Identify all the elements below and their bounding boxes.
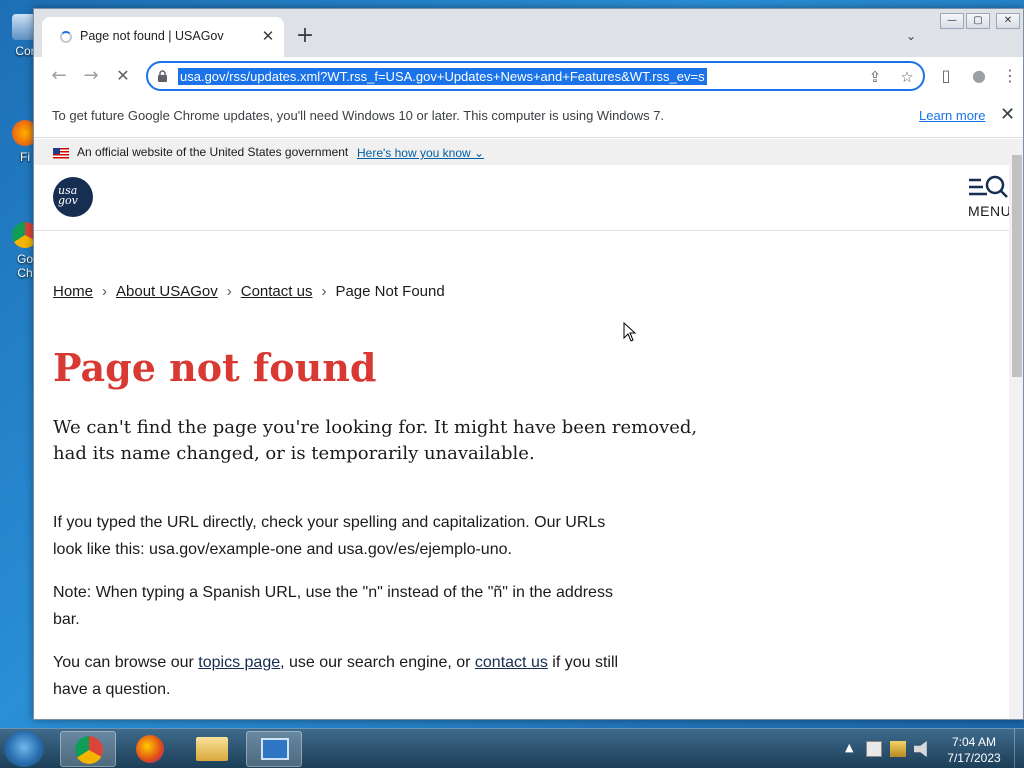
taskbar-explorer[interactable]	[184, 731, 240, 767]
tab-close-button[interactable]: ✕	[258, 26, 278, 46]
lead-paragraph: We can't find the page you're looking fo…	[53, 417, 698, 464]
logo-text: usa gov	[58, 184, 78, 207]
breadcrumb-current: Page Not Found	[335, 283, 445, 300]
breadcrumb-separator: ›	[321, 283, 327, 300]
loading-spinner-icon	[60, 31, 72, 43]
chrome-menu-icon[interactable]: ⋮	[998, 64, 1022, 88]
share-icon[interactable]: ⇪	[866, 68, 884, 86]
tab-search-button[interactable]: ⌄	[906, 29, 916, 43]
page-scrollbar[interactable]	[1009, 139, 1023, 719]
clock-time: 7:04 AM	[951, 735, 997, 749]
system-clock[interactable]: 7:04 AM 7/17/2023	[938, 734, 1010, 766]
forward-button[interactable]: →	[78, 63, 104, 89]
desktop-icon-label: Fi	[20, 150, 30, 164]
us-flag-icon	[53, 148, 69, 159]
scrollbar-thumb[interactable]	[1012, 155, 1022, 377]
back-button[interactable]: ←	[46, 63, 72, 89]
spanish-url-note: Note: When typing a Spanish URL, use the…	[53, 584, 613, 628]
tab-title: Page not found | USAGov	[80, 29, 224, 43]
side-panel-icon[interactable]: ▯	[934, 64, 958, 88]
clock-date: 7/17/2023	[947, 751, 1001, 765]
desktop-icon-label: Go Ch	[16, 252, 33, 280]
infobar-message: To get future Google Chrome updates, you…	[52, 108, 665, 123]
desktop-icon-label: Cor	[15, 44, 35, 58]
gov-banner: An official website of the United States…	[34, 139, 1009, 165]
folder-icon	[196, 737, 228, 761]
heres-how-you-know-link[interactable]: Here's how you know ⌄	[357, 146, 484, 160]
address-bar[interactable]: usa.gov/rss/updates.xml?WT.rss_f=USA.gov…	[146, 61, 925, 91]
breadcrumb-separator: ›	[102, 283, 108, 300]
taskbar: ▲ 7:04 AM 7/17/2023	[0, 728, 1024, 768]
volume-muted-icon[interactable]	[914, 741, 927, 757]
usagov-logo[interactable]: usa gov	[53, 177, 93, 217]
learn-more-link[interactable]: Learn more	[919, 108, 985, 123]
tab-strip: Page not found | USAGov ✕ + ⌄ — ▢ ✕	[34, 9, 1023, 57]
action-center-icon[interactable]	[890, 741, 906, 757]
maximize-button[interactable]: ▢	[966, 13, 990, 29]
remote-desktop-icon	[261, 738, 289, 760]
site-header: usa gov MENU	[34, 165, 1009, 231]
mouse-cursor-icon	[623, 322, 637, 342]
network-icon[interactable]	[866, 741, 882, 757]
new-tab-button[interactable]: +	[294, 25, 316, 48]
infobar-close-button[interactable]: ✕	[1000, 104, 1015, 125]
show-desktop-button[interactable]	[1014, 729, 1024, 768]
tab-page-not-found[interactable]: Page not found | USAGov ✕	[42, 17, 284, 57]
update-infobar: To get future Google Chrome updates, you…	[34, 95, 1023, 138]
chrome-icon	[75, 736, 103, 764]
gov-banner-text: An official website of the United States…	[77, 145, 349, 159]
taskbar-firefox[interactable]	[122, 731, 178, 767]
browse-text-mid: , use our search engine, or	[280, 654, 475, 671]
chrome-window: Page not found | USAGov ✕ + ⌄ — ▢ ✕ ← → …	[33, 8, 1024, 720]
page-viewport: An official website of the United States…	[34, 139, 1009, 719]
url-text[interactable]: usa.gov/rss/updates.xml?WT.rss_f=USA.gov…	[178, 68, 707, 85]
breadcrumb: Home › About USAGov › Contact us › Page Not Fo…	[53, 283, 445, 300]
bookmark-star-icon[interactable]: ☆	[898, 68, 916, 86]
taskbar-chrome[interactable]	[60, 731, 116, 767]
url-help-paragraph: If you typed the URL directly, check you…	[53, 514, 606, 558]
menu-search-icon[interactable]	[967, 175, 1009, 199]
profile-icon[interactable]: ●	[967, 64, 991, 88]
stop-loading-button[interactable]: ✕	[110, 63, 136, 89]
browse-text-pre: You can browse our	[53, 654, 199, 671]
lock-icon[interactable]	[157, 70, 168, 82]
breadcrumb-contact-us[interactable]: Contact us	[241, 283, 313, 300]
browse-paragraph: You can browse our topics page, use our …	[53, 649, 638, 703]
contact-us-link[interactable]: contact us	[475, 654, 548, 671]
breadcrumb-separator: ›	[226, 283, 232, 300]
page-title: Page not found	[53, 345, 377, 390]
firefox-icon	[136, 735, 164, 763]
browser-toolbar: ← → ✕ usa.gov/rss/updates.xml?WT.rss_f=U…	[34, 57, 1023, 95]
topics-page-link[interactable]: topics page	[198, 654, 280, 671]
start-button[interactable]	[4, 731, 44, 767]
breadcrumb-home[interactable]: Home	[53, 283, 93, 300]
minimize-button[interactable]: —	[940, 13, 964, 29]
show-hidden-icons-button[interactable]: ▲	[845, 741, 853, 754]
breadcrumb-about-usagov[interactable]: About USAGov	[116, 283, 218, 300]
menu-button-label[interactable]: MENU	[968, 203, 1009, 219]
close-window-button[interactable]: ✕	[996, 13, 1020, 29]
taskbar-remote-desktop[interactable]	[246, 731, 302, 767]
